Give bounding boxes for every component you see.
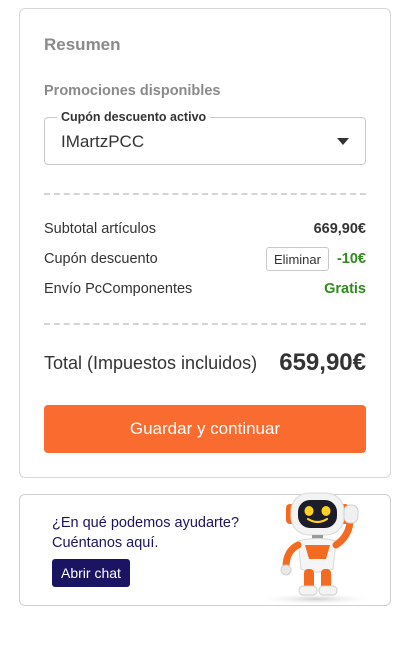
summary-title: Resumen bbox=[44, 35, 121, 54]
save-and-continue-button[interactable]: Guardar y continuar bbox=[44, 405, 366, 453]
total-value: 659,90€ bbox=[279, 349, 366, 376]
divider bbox=[44, 193, 366, 195]
coupon-row: Cupón descuento Eliminar -10€ bbox=[44, 247, 366, 271]
help-line-1: ¿En qué podemos ayudarte? bbox=[52, 515, 240, 531]
coupon-label: Cupón descuento bbox=[44, 251, 158, 267]
promotions-label: Promociones disponibles bbox=[44, 83, 221, 99]
coupon-select-value: IMartzPCC bbox=[61, 132, 145, 151]
shipping-label: Envío PcComponentes bbox=[44, 281, 193, 297]
help-message: ¿En qué podemos ayudarte? Cuéntanos aquí… bbox=[52, 513, 239, 553]
help-line-2: Cuéntanos aquí. bbox=[52, 535, 159, 551]
coupon-select[interactable]: Cupón descuento activo IMartzPCC bbox=[44, 109, 366, 165]
order-summary-card: Resumen Promociones disponibles Cupón de… bbox=[19, 8, 391, 478]
divider bbox=[44, 323, 366, 325]
chevron-down-icon bbox=[337, 138, 349, 145]
shipping-value: Gratis bbox=[324, 281, 366, 297]
subtotal-label: Subtotal artículos bbox=[44, 221, 157, 237]
shipping-row: Envío PcComponentes Gratis bbox=[44, 277, 366, 301]
robot-assistant-icon bbox=[256, 492, 376, 605]
subtotal-value: 669,90€ bbox=[313, 221, 366, 237]
total-row: Total (Impuestos incluidos) 659,90€ bbox=[44, 349, 366, 377]
help-card: ¿En qué podemos ayudarte? Cuéntanos aquí… bbox=[19, 492, 391, 606]
remove-coupon-button[interactable]: Eliminar bbox=[266, 247, 329, 271]
subtotal-row: Subtotal artículos 669,90€ bbox=[44, 217, 366, 241]
total-label: Total (Impuestos incluidos) bbox=[44, 352, 258, 373]
open-chat-button[interactable]: Abrir chat bbox=[52, 559, 130, 587]
coupon-select-label: Cupón descuento activo bbox=[57, 109, 211, 125]
coupon-discount-value: -10€ bbox=[336, 251, 366, 267]
